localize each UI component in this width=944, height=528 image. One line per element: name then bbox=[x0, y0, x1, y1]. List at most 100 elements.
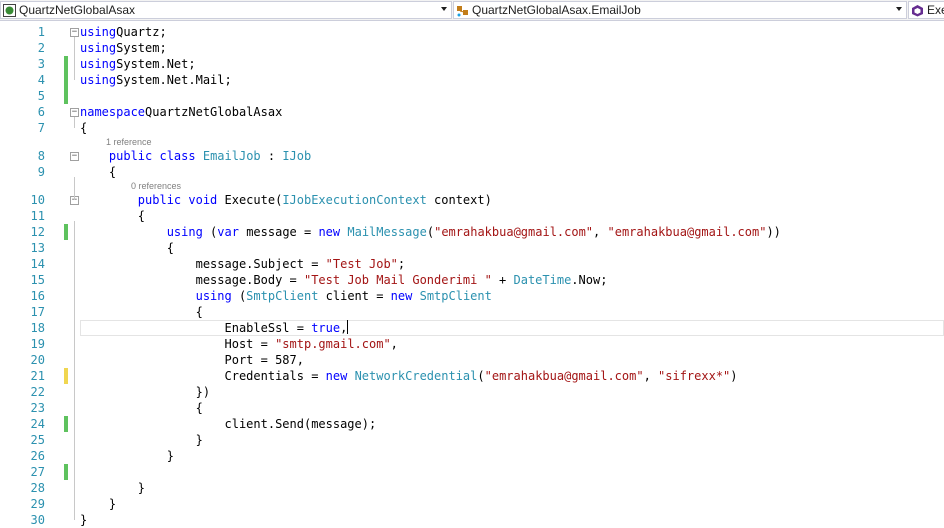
code-line[interactable]: 11 { bbox=[0, 208, 944, 224]
code-text: message.Subject = "Test Job"; bbox=[80, 256, 406, 272]
line-number: 6 bbox=[37, 105, 45, 119]
code-text: client.Send(message); bbox=[80, 416, 376, 432]
code-token: new bbox=[318, 225, 341, 239]
line-number: 9 bbox=[37, 165, 45, 179]
code-token: Credentials = bbox=[80, 369, 326, 383]
code-line[interactable]: 26 } bbox=[0, 448, 944, 464]
collapse-icon[interactable]: − bbox=[70, 152, 79, 161]
code-token: { bbox=[80, 241, 174, 255]
code-line[interactable]: 23 { bbox=[0, 400, 944, 416]
member-dropdown[interactable]: Exe bbox=[908, 1, 944, 19]
code-token: ) bbox=[730, 369, 738, 383]
code-line[interactable]: 30} bbox=[0, 512, 944, 528]
code-token: Host = bbox=[80, 337, 276, 351]
code-token: public void bbox=[137, 193, 218, 207]
code-line[interactable]: 28 } bbox=[0, 480, 944, 496]
code-text: } bbox=[80, 496, 116, 512]
code-text: usingSystem; bbox=[80, 40, 167, 56]
code-token: { bbox=[80, 121, 88, 135]
code-token: System.Net.Mail; bbox=[116, 73, 232, 87]
code-text: } bbox=[80, 432, 203, 448]
code-text: message.Body = "Test Job Mail Gonderimi … bbox=[80, 272, 608, 288]
code-line[interactable]: 8 public class EmailJob : IJob bbox=[0, 148, 944, 164]
code-token: client = bbox=[318, 289, 391, 303]
line-number: 17 bbox=[30, 305, 45, 319]
line-number: 21 bbox=[30, 369, 45, 383]
code-line[interactable]: 24 client.Send(message); bbox=[0, 416, 944, 432]
code-editor[interactable]: 1 usingQuartz; 2 usingSystem; 3 usingSystem.N… bbox=[0, 21, 944, 527]
code-token: { bbox=[80, 305, 203, 319]
code-token: MailMessage bbox=[347, 225, 427, 239]
code-token: "smtp.gmail.com" bbox=[275, 337, 391, 351]
collapse-icon[interactable]: − bbox=[70, 108, 79, 117]
code-token: }) bbox=[80, 385, 211, 399]
code-token: true bbox=[311, 321, 341, 335]
code-line[interactable]: 13 { bbox=[0, 240, 944, 256]
code-token: public class bbox=[108, 149, 196, 163]
line-number: 12 bbox=[30, 225, 45, 239]
code-line[interactable]: 19 Host = "smtp.gmail.com", bbox=[0, 336, 944, 352]
code-line[interactable]: 7{ bbox=[0, 120, 944, 136]
change-marker bbox=[64, 56, 68, 72]
code-token: "emrahakbua@gmail.com" bbox=[434, 225, 594, 239]
code-line[interactable]: 16 using (SmtpClient client = new SmtpCl… bbox=[0, 288, 944, 304]
code-token: Execute( bbox=[217, 193, 283, 207]
code-token: System.Net; bbox=[116, 57, 196, 71]
code-text: Port = 587, bbox=[80, 352, 303, 368]
line-number: 26 bbox=[30, 449, 45, 463]
code-token: EnableSsl = bbox=[80, 321, 312, 335]
line-number: 7 bbox=[37, 121, 45, 135]
change-marker bbox=[64, 368, 68, 384]
code-text: } bbox=[80, 448, 174, 464]
code-token: , bbox=[593, 225, 608, 239]
code-line[interactable]: 15 message.Body = "Test Job Mail Gonderi… bbox=[0, 272, 944, 288]
method-reference-count[interactable]: 0 references bbox=[131, 180, 181, 192]
code-line[interactable]: 22 }) bbox=[0, 384, 944, 400]
code-line[interactable]: 18 EnableSsl = true, bbox=[0, 320, 944, 336]
code-line[interactable]: 17 { bbox=[0, 304, 944, 320]
code-token: ( bbox=[477, 369, 485, 383]
code-line[interactable]: 2 usingSystem; bbox=[0, 40, 944, 56]
code-token: { bbox=[80, 209, 146, 223]
code-line[interactable]: 27 bbox=[0, 464, 944, 480]
code-text: usingSystem.Net; bbox=[80, 56, 196, 72]
code-line[interactable]: 14 message.Subject = "Test Job"; bbox=[0, 256, 944, 272]
code-line[interactable]: 21 Credentials = new NetworkCredential("… bbox=[0, 368, 944, 384]
code-text: EnableSsl = true, bbox=[80, 320, 349, 336]
collapse-icon[interactable]: − bbox=[70, 28, 79, 37]
code-token: EmailJob bbox=[202, 149, 261, 163]
chevron-down-icon bbox=[896, 7, 902, 11]
code-line[interactable]: 12 using (var message = new MailMessage(… bbox=[0, 224, 944, 240]
code-token: ( bbox=[202, 225, 218, 239]
code-line[interactable]: 20 Port = 587, bbox=[0, 352, 944, 368]
code-token: message = bbox=[238, 225, 319, 239]
code-line[interactable]: 5 bbox=[0, 88, 944, 104]
method-icon bbox=[912, 4, 923, 16]
fold-guide bbox=[74, 177, 75, 200]
code-line[interactable]: 6 namespaceQuartzNetGlobalAsax bbox=[0, 104, 944, 120]
fold-guide bbox=[74, 221, 75, 520]
code-line[interactable]: 10 public void Execute(IJobExecutionCont… bbox=[0, 192, 944, 208]
class-reference-count[interactable]: 1 reference bbox=[106, 136, 152, 148]
code-line[interactable]: 4 usingSystem.Net.Mail; bbox=[0, 72, 944, 88]
code-token: NetworkCredential bbox=[354, 369, 478, 383]
project-dropdown[interactable]: QuartzNetGlobalAsax bbox=[0, 1, 452, 19]
line-number: 25 bbox=[30, 433, 45, 447]
code-token: context) bbox=[426, 193, 492, 207]
code-token: IJobExecutionContext bbox=[282, 193, 427, 207]
code-line[interactable]: 29 } bbox=[0, 496, 944, 512]
code-line[interactable]: 25 } bbox=[0, 432, 944, 448]
code-line[interactable]: 9 { bbox=[0, 164, 944, 180]
chevron-down-icon bbox=[441, 7, 447, 11]
change-marker bbox=[64, 88, 68, 104]
code-token: using bbox=[80, 57, 117, 71]
member-name: Exe bbox=[927, 3, 944, 17]
code-text: { bbox=[80, 304, 203, 320]
type-dropdown[interactable]: QuartzNetGlobalAsax.EmailJob bbox=[453, 1, 907, 19]
code-token: System; bbox=[116, 41, 167, 55]
code-line[interactable]: 3 usingSystem.Net; bbox=[0, 56, 944, 72]
code-token: ( bbox=[426, 225, 435, 239]
code-line[interactable]: 1 usingQuartz; bbox=[0, 24, 944, 40]
